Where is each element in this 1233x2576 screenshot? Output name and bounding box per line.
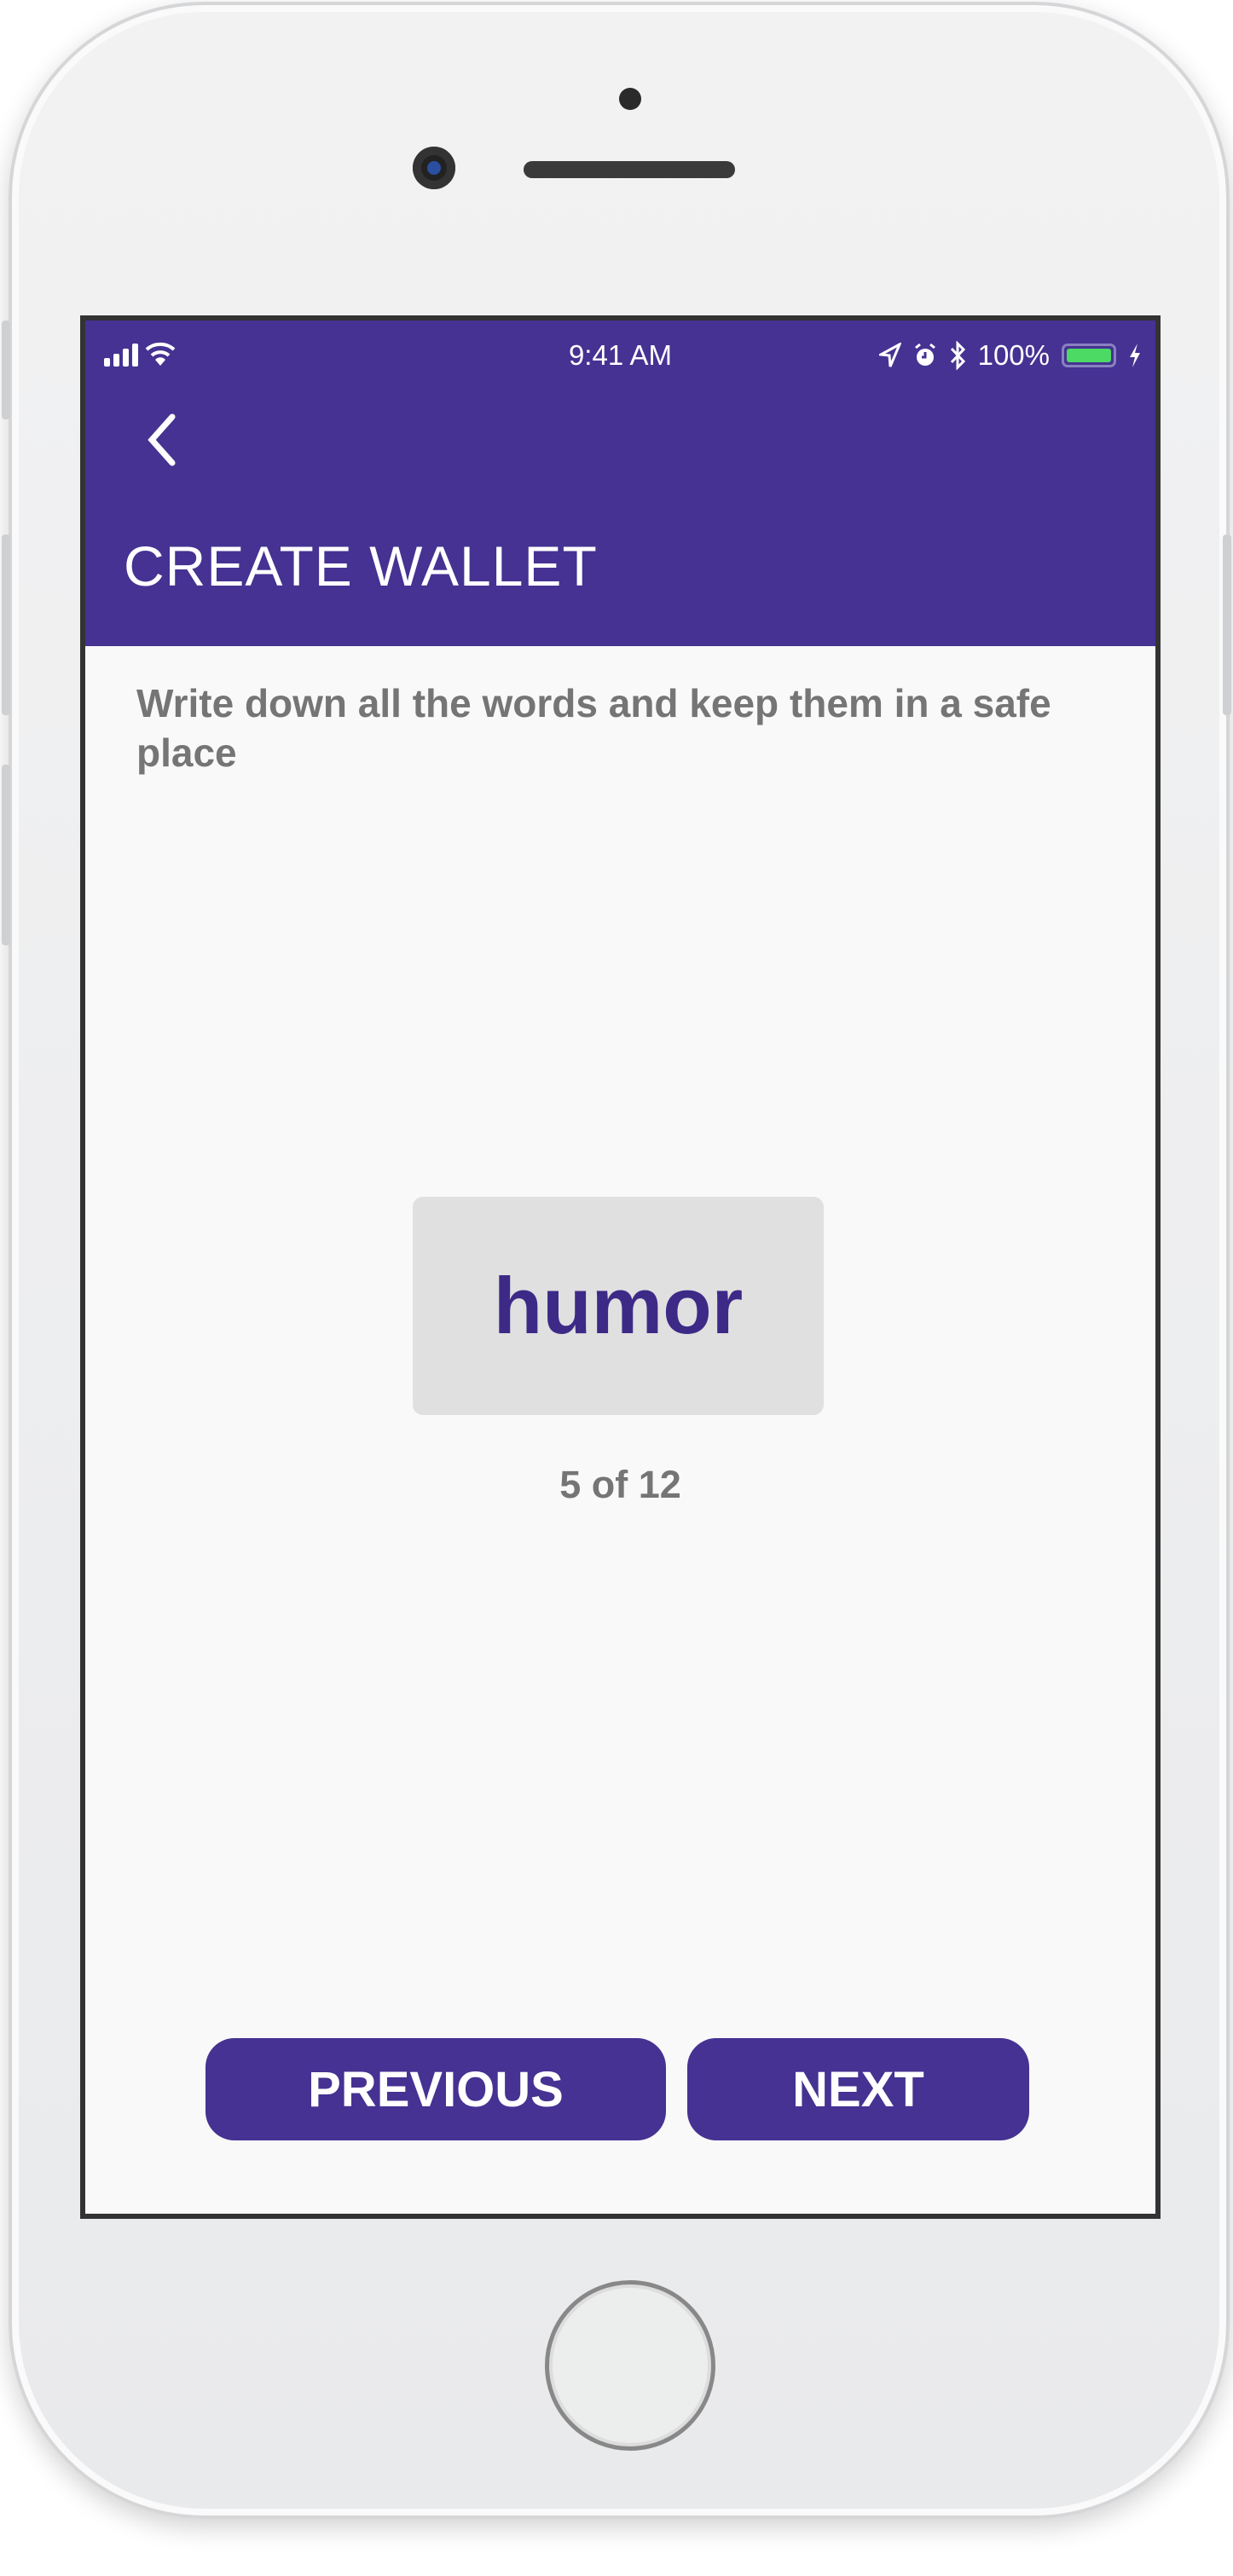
- front-camera-icon: [413, 147, 455, 189]
- previous-button[interactable]: PREVIOUS: [206, 2038, 666, 2140]
- power-button: [1223, 534, 1231, 715]
- alarm-icon: [914, 343, 935, 366]
- instruction-text: Write down all the words and keep them i…: [136, 681, 1051, 775]
- volume-down-button: [2, 765, 10, 945]
- back-chevron-icon[interactable]: [138, 410, 189, 470]
- home-button[interactable]: [545, 2280, 715, 2451]
- mnemonic-word-card: humor: [413, 1197, 824, 1415]
- app-screen: 9:41 AM 100% CREATE WALLET Write down al…: [80, 315, 1161, 2219]
- app-header: 9:41 AM 100% CREATE WALLET: [85, 321, 1155, 646]
- status-bar: 9:41 AM 100%: [85, 339, 1155, 373]
- mnemonic-word: humor: [493, 1261, 744, 1350]
- volume-up-button: [2, 534, 10, 715]
- proximity-sensor: [619, 88, 641, 110]
- charging-icon: [1130, 344, 1140, 367]
- page-title: CREATE WALLET: [124, 534, 598, 598]
- next-button[interactable]: NEXT: [687, 2038, 1029, 2140]
- word-progress: 5 of 12: [559, 1463, 681, 1506]
- mute-switch: [2, 321, 10, 419]
- location-icon: [878, 343, 901, 367]
- earpiece-speaker: [524, 161, 735, 178]
- battery-icon: [1062, 344, 1116, 367]
- bluetooth-icon: [950, 341, 965, 370]
- battery-percent: 100%: [977, 339, 1050, 371]
